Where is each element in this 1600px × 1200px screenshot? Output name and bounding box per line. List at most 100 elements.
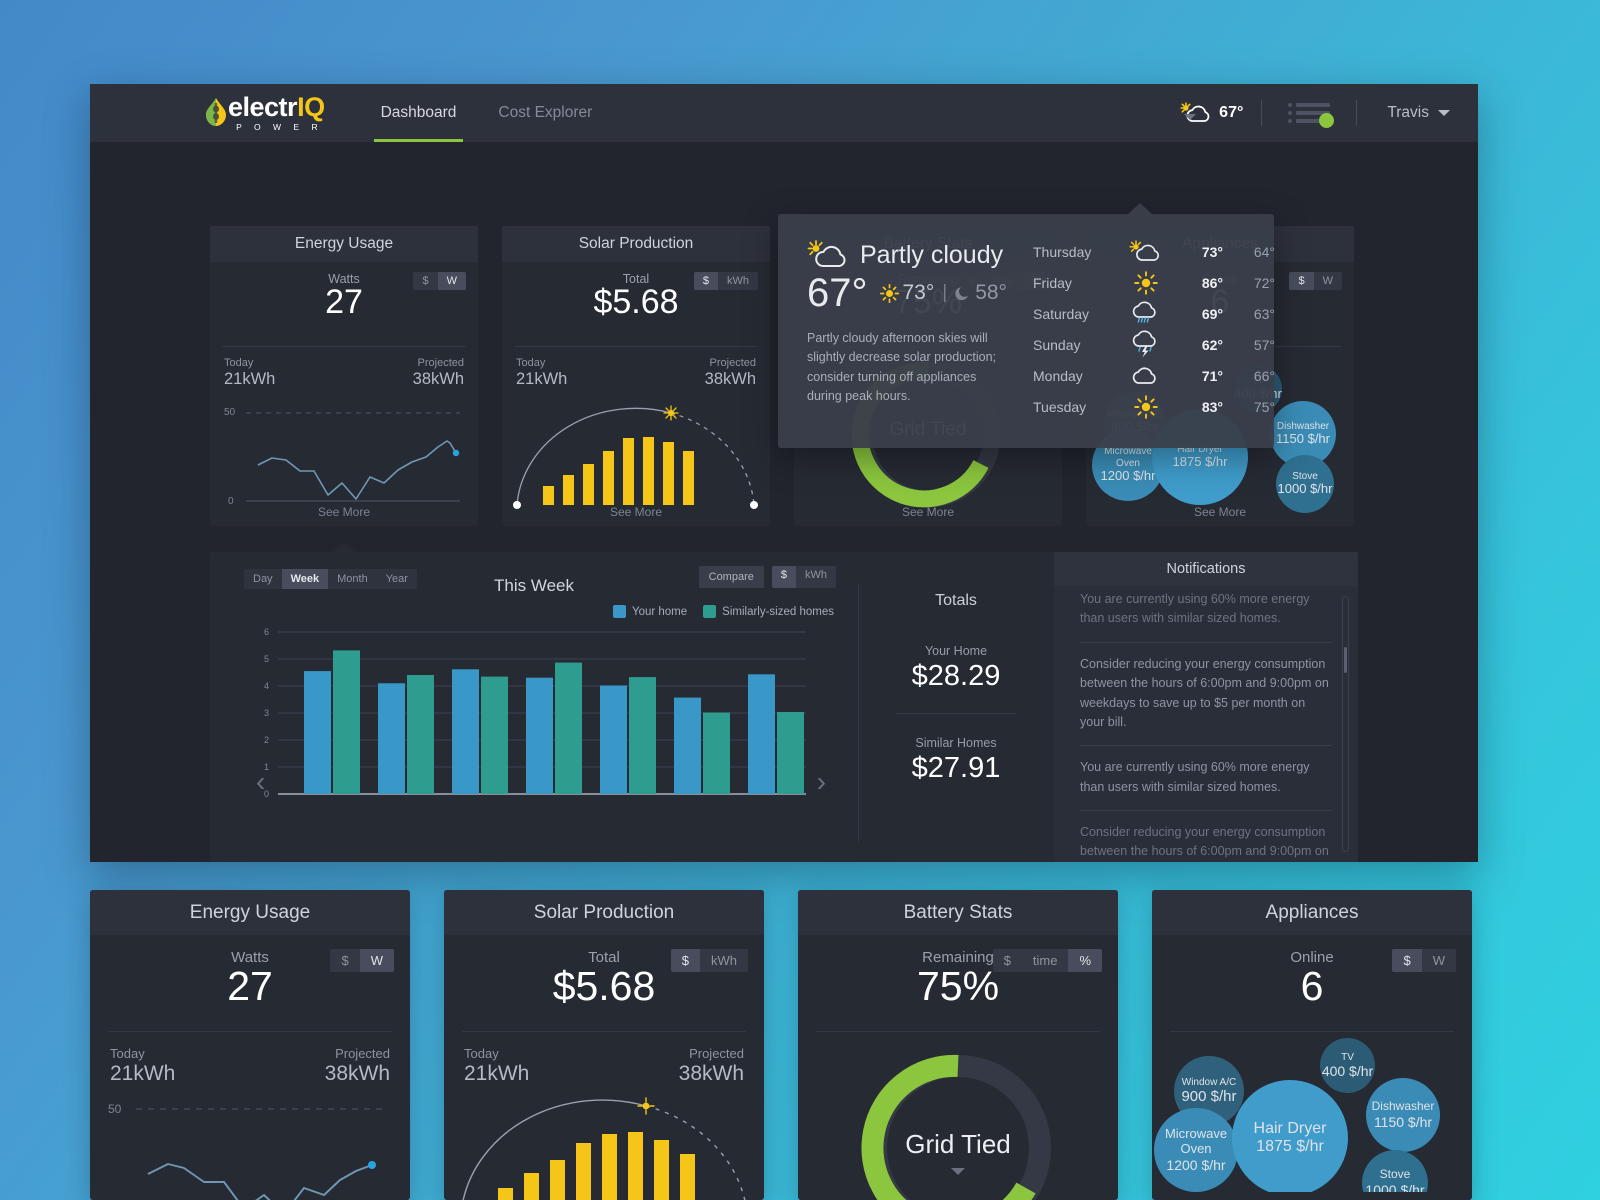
weather-temp-separator: |: [942, 282, 948, 303]
battery-ring-label: Grid Tied: [905, 1129, 1011, 1159]
scrollbar-thumb[interactable]: [1344, 647, 1347, 673]
nav-item-dashboard[interactable]: Dashboard: [373, 84, 464, 142]
battery-unit-toggle[interactable]: $ time %: [992, 949, 1102, 972]
forecast-high: 62°: [1201, 336, 1223, 353]
notifications-scrollbar[interactable]: [1342, 596, 1349, 852]
today-label: Today: [516, 357, 546, 369]
toggle-option-dollar[interactable]: $: [771, 566, 796, 588]
sunny-icon: [1125, 270, 1167, 295]
compare-controls: Compare $ kWh: [698, 566, 836, 588]
bubble-dishwasher[interactable]: Dishwasher 1150 $/hr: [1366, 1078, 1440, 1152]
solar-see-more[interactable]: See More: [502, 505, 770, 519]
toggle-option-kwh[interactable]: kWh: [718, 272, 758, 290]
bubble-tv[interactable]: TV 400 $/hr: [1320, 1038, 1375, 1093]
brand-logo[interactable]: electrIQ P O W E R: [205, 94, 325, 132]
notification-item[interactable]: Consider reducing your energy consumptio…: [1080, 643, 1332, 747]
notification-item[interactable]: You are currently using 60% more energy …: [1080, 590, 1332, 643]
toggle-option-dollar[interactable]: $: [330, 949, 360, 972]
solar-unit-toggle[interactable]: $ kWh: [693, 272, 758, 290]
card-title-solar-production: Solar Production: [502, 226, 770, 262]
svg-text:0: 0: [264, 789, 269, 799]
time-range-selector[interactable]: Day Week Month Year: [244, 569, 417, 589]
bubble-microwave-oven[interactable]: Microwave Oven 1200 $/hr: [1154, 1108, 1238, 1192]
svg-text:4: 4: [264, 681, 269, 691]
solar-production-chart: [444, 1088, 764, 1200]
bubble-hair-dryer[interactable]: Hair Dryer 1875 $/hr: [1232, 1080, 1348, 1192]
appliances-bubble-chart: Window A/C 900 $/hr TV 400 $/hr Dishwash…: [1152, 1032, 1472, 1192]
notification-item[interactable]: You are currently using 60% more energy …: [1080, 746, 1332, 811]
topbar-right-cluster: 67° Travis: [1162, 84, 1478, 142]
compare-button[interactable]: Compare: [698, 566, 764, 588]
toggle-option-watt[interactable]: W: [437, 272, 466, 290]
today-value: 21kWh: [110, 1062, 176, 1085]
range-option-day[interactable]: Day: [244, 569, 282, 589]
bubble-stove[interactable]: Stove 1000 $/hr: [1362, 1150, 1428, 1192]
toggle-option-watt[interactable]: W: [1421, 949, 1456, 972]
forecast-low: 75°: [1253, 398, 1275, 415]
energy-usage-unit-toggle[interactable]: $ W: [330, 949, 394, 972]
leaf-logo-icon: [205, 98, 227, 128]
user-menu-button[interactable]: Travis: [1357, 104, 1450, 122]
weather-temps-row: 67° 73° | 58°: [807, 273, 1007, 313]
weather-description: Partly cloudy afternoon skies will sligh…: [807, 331, 996, 404]
toggle-option-dollar[interactable]: $: [992, 949, 1022, 972]
today-value: 21kWh: [464, 1062, 530, 1085]
toggle-option-percent[interactable]: %: [1068, 949, 1102, 972]
forecast-day-label: Saturday: [1033, 305, 1090, 322]
legend-swatch: [612, 605, 626, 618]
sunny-icon: [879, 283, 899, 303]
weather-current: Partly cloudy 67° 73° | 58° Partly cloud…: [778, 214, 1007, 448]
solar-unit-toggle[interactable]: $ kWh: [670, 949, 748, 972]
energy-usage-see-more[interactable]: See More: [210, 505, 478, 519]
energy-usage-kv: Today 21kWh Projected 38kWh: [90, 1032, 410, 1086]
notifications-button[interactable]: [1262, 103, 1356, 128]
dashboard-canvas: Energy Usage Watts 27 $ W Today 21kWh Pr…: [90, 142, 1478, 862]
brand-tagline: P O W E R: [236, 122, 323, 132]
weather-popup: Partly cloudy 67° 73° | 58° Partly cloud…: [778, 203, 1275, 448]
weather-summary-button[interactable]: 67°: [1162, 102, 1261, 124]
moon-icon: [955, 285, 971, 301]
solar-production-stat: Total $5.68 $ kWh: [502, 262, 770, 346]
legend-label: Your home: [631, 605, 688, 618]
svg-text:2: 2: [264, 735, 269, 745]
toggle-option-dollar[interactable]: $: [670, 949, 700, 972]
toggle-option-watt[interactable]: W: [1313, 272, 1342, 290]
toggle-option-watt[interactable]: W: [359, 949, 394, 972]
weather-condition-row: Partly cloudy: [807, 240, 1007, 270]
appliances-unit-toggle[interactable]: $ W: [1392, 949, 1456, 972]
thunderstorm-icon: [1125, 330, 1167, 358]
range-option-week[interactable]: Week: [281, 569, 329, 589]
toggle-option-dollar[interactable]: $: [413, 272, 438, 290]
toggle-option-kwh[interactable]: kWh: [796, 566, 836, 588]
notification-item[interactable]: Consider reducing your energy consumptio…: [1080, 811, 1332, 862]
toggle-option-dollar[interactable]: $: [1392, 949, 1422, 972]
detached-card-solar-production: Solar Production Total $5.68 $ kWh Today…: [444, 890, 764, 1200]
totals-your-home-label: Your Home: [924, 644, 988, 658]
projected-value: 38kWh: [324, 1062, 390, 1085]
toggle-option-dollar[interactable]: $: [693, 272, 718, 290]
battery-see-more[interactable]: See More: [794, 505, 1062, 519]
toggle-option-kwh[interactable]: kWh: [700, 949, 748, 972]
week-unit-toggle[interactable]: $ kWh: [771, 566, 836, 588]
today-label: Today: [464, 1046, 499, 1061]
card-title-appliances: Appliances: [1152, 890, 1472, 935]
projected-value: 38kWh: [678, 1062, 744, 1085]
appliances-see-more[interactable]: See More: [1086, 505, 1354, 519]
forecast-day-label: Monday: [1033, 367, 1083, 384]
week-chart-section: Day Week Month Year This Week Compare $ …: [210, 552, 858, 862]
energy-usage-stat: Watts 27 $ W: [90, 935, 410, 1031]
nav-item-cost-explorer[interactable]: Cost Explorer: [498, 84, 592, 142]
energy-usage-unit-toggle[interactable]: $ W: [413, 272, 466, 290]
energy-usage-line-chart: 50: [108, 1102, 392, 1200]
bubble-value: 1875 $/hr: [1172, 454, 1228, 470]
bubble-label: Window A/C: [1181, 1076, 1237, 1088]
range-option-year[interactable]: Year: [376, 569, 417, 589]
range-option-month[interactable]: Month: [328, 569, 377, 589]
next-period-button[interactable]: ›: [817, 766, 826, 798]
appliances-stat: Online 6 $ W: [1152, 935, 1472, 1031]
top-navigation-bar: electrIQ P O W E R Dashboard Cost Explor…: [90, 84, 1478, 142]
cloudy-icon: [1125, 366, 1167, 386]
solar-kv: Today 21kWh Projected 38kWh: [502, 347, 770, 389]
toggle-option-time[interactable]: time: [1021, 949, 1069, 972]
energy-usage-stat: Watts 27 $ W: [210, 262, 478, 346]
